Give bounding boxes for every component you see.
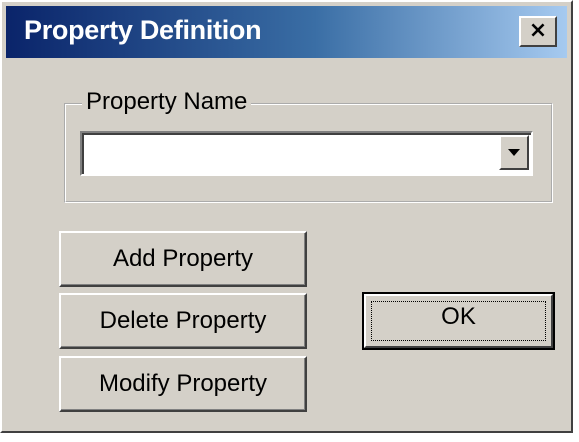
- add-property-button[interactable]: Add Property: [59, 231, 307, 287]
- add-property-label: Add Property: [112, 245, 254, 272]
- close-icon: ×: [528, 18, 548, 43]
- property-name-label: Property Name: [82, 88, 252, 116]
- property-name-combobox[interactable]: [80, 131, 533, 176]
- close-button[interactable]: ×: [519, 16, 557, 47]
- title-bar[interactable]: Property Definition ×: [6, 6, 567, 58]
- delete-property-label: Delete Property: [99, 307, 267, 334]
- chevron-down-icon: [508, 149, 520, 156]
- ok-label: OK: [441, 303, 476, 330]
- property-name-group: Property Name: [64, 88, 553, 203]
- combobox-field[interactable]: [82, 133, 531, 174]
- property-definition-dialog: Property Definition × Property Name Add …: [0, 0, 573, 433]
- modify-property-button[interactable]: Modify Property: [59, 356, 307, 412]
- ok-button[interactable]: OK: [362, 292, 555, 350]
- dialog-title: Property Definition: [24, 15, 262, 45]
- modify-property-label: Modify Property: [98, 370, 268, 397]
- dropdown-button[interactable]: [499, 135, 529, 170]
- delete-property-button[interactable]: Delete Property: [59, 293, 307, 349]
